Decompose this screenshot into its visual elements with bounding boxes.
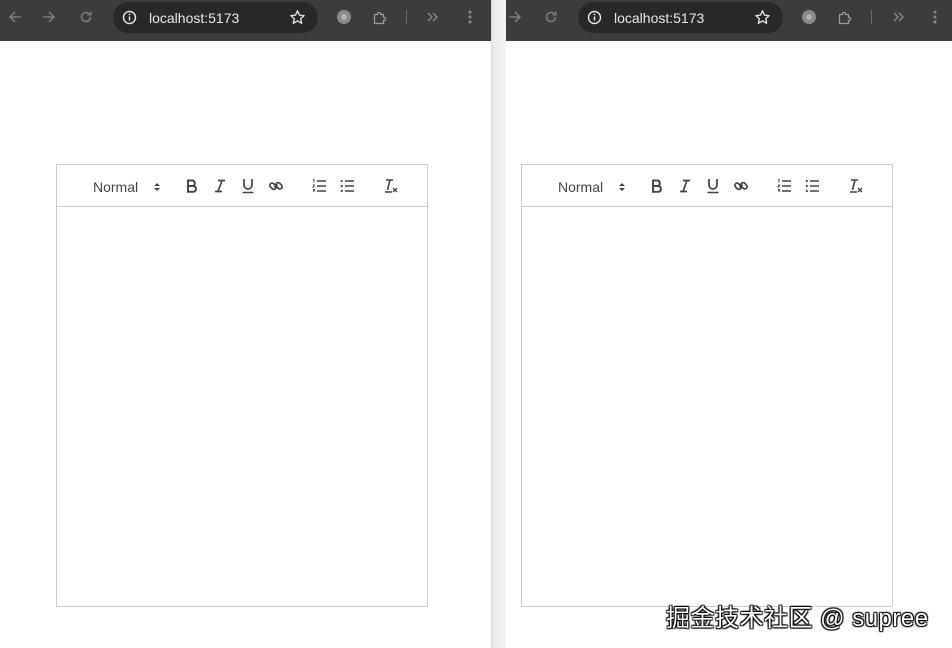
header-select-label: Normal xyxy=(558,179,604,195)
browser-window-left: localhost:5173 Normal xyxy=(0,0,491,648)
bold-icon[interactable] xyxy=(647,177,667,195)
editor-content-area[interactable] xyxy=(522,208,892,606)
underline-icon[interactable] xyxy=(238,177,258,195)
select-arrows-icon xyxy=(618,180,626,198)
reload-icon[interactable] xyxy=(538,7,564,27)
url-text[interactable]: localhost:5173 xyxy=(149,10,239,26)
ordered-list-icon[interactable] xyxy=(774,177,794,195)
more-chevron-icon[interactable] xyxy=(886,7,912,27)
bullet-list-icon[interactable] xyxy=(337,177,357,195)
link-icon[interactable] xyxy=(731,177,751,195)
italic-icon[interactable] xyxy=(675,177,695,195)
reload-icon[interactable] xyxy=(73,7,99,27)
kebab-menu-icon[interactable] xyxy=(457,7,483,27)
url-text[interactable]: localhost:5173 xyxy=(614,10,704,26)
browser-toolbar: localhost:5173 xyxy=(0,0,491,41)
bookmark-star-icon[interactable] xyxy=(289,9,306,31)
italic-icon[interactable] xyxy=(210,177,230,195)
rich-text-editor: Normal xyxy=(56,164,428,607)
window-divider xyxy=(491,0,506,648)
header-select-label: Normal xyxy=(93,179,139,195)
rich-text-editor: Normal xyxy=(521,164,893,607)
clear-format-icon[interactable] xyxy=(381,177,401,195)
browser-window-right: localhost:5173 Normal xyxy=(506,0,952,648)
browser-toolbar: localhost:5173 xyxy=(506,0,952,41)
toolbar-divider xyxy=(406,10,407,24)
bookmark-star-icon[interactable] xyxy=(754,9,771,31)
more-chevron-icon[interactable] xyxy=(420,7,446,27)
address-bar[interactable]: localhost:5173 xyxy=(113,2,318,33)
address-bar[interactable]: localhost:5173 xyxy=(578,2,783,33)
ordered-list-icon[interactable] xyxy=(309,177,329,195)
editor-toolbar: Normal xyxy=(57,165,427,207)
bullet-list-icon[interactable] xyxy=(802,177,822,195)
extensions-puzzle-icon[interactable] xyxy=(367,7,393,27)
header-format-select[interactable]: Normal xyxy=(93,178,161,196)
site-info-icon[interactable] xyxy=(122,10,137,30)
editor-content-area[interactable] xyxy=(57,208,427,606)
kebab-menu-icon[interactable] xyxy=(922,7,948,27)
editor-toolbar: Normal xyxy=(522,165,892,207)
forward-icon[interactable] xyxy=(506,7,528,27)
extension-avatar-icon[interactable] xyxy=(331,7,357,27)
select-arrows-icon xyxy=(153,180,161,198)
bold-icon[interactable] xyxy=(182,177,202,195)
clear-format-icon[interactable] xyxy=(846,177,866,195)
forward-icon[interactable] xyxy=(36,7,62,27)
toolbar-divider xyxy=(871,10,872,24)
watermark-text: 掘金技术社区 @ supree xyxy=(666,605,929,632)
link-icon[interactable] xyxy=(266,177,286,195)
header-format-select[interactable]: Normal xyxy=(558,178,626,196)
underline-icon[interactable] xyxy=(703,177,723,195)
back-icon[interactable] xyxy=(2,7,28,27)
extension-avatar-icon[interactable] xyxy=(796,7,822,27)
site-info-icon[interactable] xyxy=(587,10,602,30)
extensions-puzzle-icon[interactable] xyxy=(832,7,858,27)
